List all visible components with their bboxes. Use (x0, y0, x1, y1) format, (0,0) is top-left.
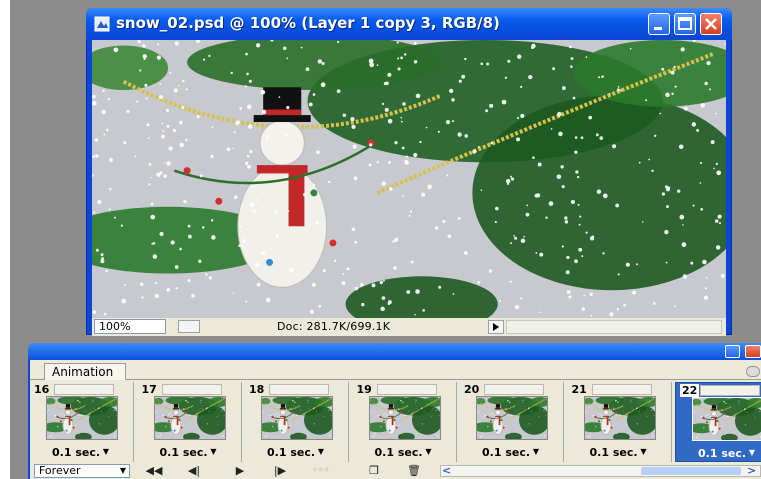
frame-thumbnail (46, 396, 118, 440)
workspace: snow_02.psd @ 100% (Layer 1 copy 3, RGB/… (0, 0, 761, 479)
doc-size-info: Doc: 281.7K/699.1K (277, 320, 391, 333)
minimize-icon (654, 27, 662, 30)
play-icon[interactable]: ▶ (226, 464, 254, 478)
frame-label-box (54, 384, 114, 395)
frame-delay-value: 0.1 sec. (698, 447, 747, 460)
snowman-ornament-image (92, 40, 726, 318)
delete-frame-icon[interactable]: 🗑 (400, 464, 428, 478)
frame-number: 19 (356, 383, 372, 396)
frame-delay-menu[interactable]: 0.1 sec. ▼ (482, 446, 539, 459)
frames-strip: 16 0.1 sec. ▼ 17 0.1 sec. ▼ 18 0.1 sec. ▼ 19 0.… (30, 382, 761, 462)
frame-label-box (269, 384, 329, 395)
frame-thumbnail (261, 396, 333, 440)
next-frame-icon[interactable]: |▶ (266, 464, 294, 478)
close-icon (705, 18, 717, 30)
new-frame-icon[interactable]: ❐ (360, 464, 388, 478)
status-menu-arrow-icon[interactable] (488, 320, 504, 334)
frame-delay-menu[interactable]: 0.1 sec. ▼ (698, 447, 755, 460)
animation-frame[interactable]: 21 0.1 sec. ▼ (568, 382, 672, 462)
animation-frame[interactable]: 18 0.1 sec. ▼ (245, 382, 349, 462)
document-canvas[interactable] (92, 40, 726, 318)
palette-body: Animation 16 0.1 sec. ▼ 17 0.1 sec. ▼ 18 0.1 … (30, 360, 761, 479)
loop-select[interactable]: Forever ▼ (34, 464, 130, 478)
frame-delay-value: 0.1 sec. (267, 446, 316, 459)
chevron-down-icon: ▼ (207, 447, 217, 456)
frame-thumbnail (368, 396, 441, 440)
animation-frame[interactable]: 16 0.1 sec. ▼ (30, 382, 134, 462)
frame-number: 22 (680, 384, 700, 397)
tween-icon[interactable]: ◦◦◦ (312, 464, 342, 477)
frame-delay-value: 0.1 sec. (589, 446, 638, 459)
status-bar: 100% Doc: 281.7K/699.1K (92, 318, 726, 336)
tab-divider (30, 379, 761, 380)
frame-label-box (376, 384, 437, 395)
chevron-down-icon: ▼ (530, 447, 539, 456)
frame-thumbnail (476, 396, 548, 440)
maximize-icon (678, 17, 692, 30)
zoom-field[interactable]: 100% (94, 319, 166, 334)
palette-close-icon[interactable] (745, 345, 761, 358)
frame-label-box (161, 384, 222, 395)
frame-label-box (484, 384, 544, 395)
scroll-left-icon[interactable]: < (442, 464, 451, 477)
frame-thumbnail (692, 397, 761, 441)
frame-delay-menu[interactable]: 0.1 sec. ▼ (375, 446, 432, 459)
frame-number: 20 (464, 383, 480, 396)
frame-number: 16 (34, 383, 50, 396)
document-window: snow_02.psd @ 100% (Layer 1 copy 3, RGB/… (86, 8, 732, 336)
chevron-down-icon: ▼ (100, 447, 109, 456)
chevron-down-icon: ▼ (746, 448, 755, 457)
maximize-button[interactable] (674, 13, 696, 35)
frame-label-box (700, 385, 760, 396)
horizontal-scrollbar[interactable] (506, 320, 722, 334)
frame-number: 21 (571, 383, 587, 396)
chevron-down-icon: ▼ (422, 447, 432, 456)
frame-delay-menu[interactable]: 0.1 sec. ▼ (590, 446, 647, 459)
chevron-down-icon: ▼ (315, 447, 324, 456)
document-titlebar[interactable]: snow_02.psd @ 100% (Layer 1 copy 3, RGB/… (86, 8, 732, 40)
frame-delay-value: 0.1 sec. (374, 446, 423, 459)
animation-palette: Animation 16 0.1 sec. ▼ 17 0.1 sec. ▼ 18 0.1 … (28, 343, 761, 479)
close-button[interactable] (700, 13, 722, 35)
frame-label-box (591, 384, 652, 395)
scroll-thumb[interactable] (641, 467, 741, 475)
animation-controls: Forever ▼ ◀◀ ◀| ▶ |▶ ◦◦◦ ❐ 🗑 < > (30, 463, 761, 479)
palette-minimize-icon[interactable] (725, 345, 740, 358)
animation-frame[interactable]: 22 0.1 sec. ▼ (675, 382, 761, 462)
palette-titlebar[interactable] (28, 343, 761, 360)
animation-frame[interactable]: 17 0.1 sec. ▼ (138, 382, 242, 462)
scroll-right-icon[interactable]: > (747, 464, 756, 477)
frame-thumbnail (583, 396, 656, 440)
first-frame-icon[interactable]: ◀◀ (140, 464, 168, 478)
photoshop-doc-icon (94, 16, 110, 32)
prev-frame-icon[interactable]: ◀| (180, 464, 208, 478)
document-title: snow_02.psd @ 100% (Layer 1 copy 3, RGB/… (116, 14, 500, 32)
frame-delay-value: 0.1 sec. (52, 446, 101, 459)
frame-delay-value: 0.1 sec. (159, 446, 208, 459)
chevron-down-icon: ▼ (637, 447, 647, 456)
animation-frame[interactable]: 19 0.1 sec. ▼ (353, 382, 457, 462)
frame-number: 17 (141, 383, 157, 396)
minimize-button[interactable] (648, 13, 670, 35)
frame-thumbnail (153, 396, 226, 440)
frame-delay-menu[interactable]: 0.1 sec. ▼ (267, 446, 324, 459)
chevron-down-icon: ▼ (119, 466, 126, 475)
frame-delay-menu[interactable]: 0.1 sec. ▼ (52, 446, 109, 459)
frame-number: 18 (249, 383, 265, 396)
palette-menu-icon[interactable] (746, 366, 760, 377)
frame-delay-value: 0.1 sec. (482, 446, 531, 459)
frames-scrollbar[interactable]: < > (440, 464, 761, 477)
frame-delay-menu[interactable]: 0.1 sec. ▼ (160, 446, 217, 459)
animation-frame[interactable]: 20 0.1 sec. ▼ (460, 382, 564, 462)
loop-select-value: Forever (39, 464, 81, 477)
status-menu-icon[interactable] (178, 320, 200, 333)
tab-animation[interactable]: Animation (44, 363, 126, 380)
